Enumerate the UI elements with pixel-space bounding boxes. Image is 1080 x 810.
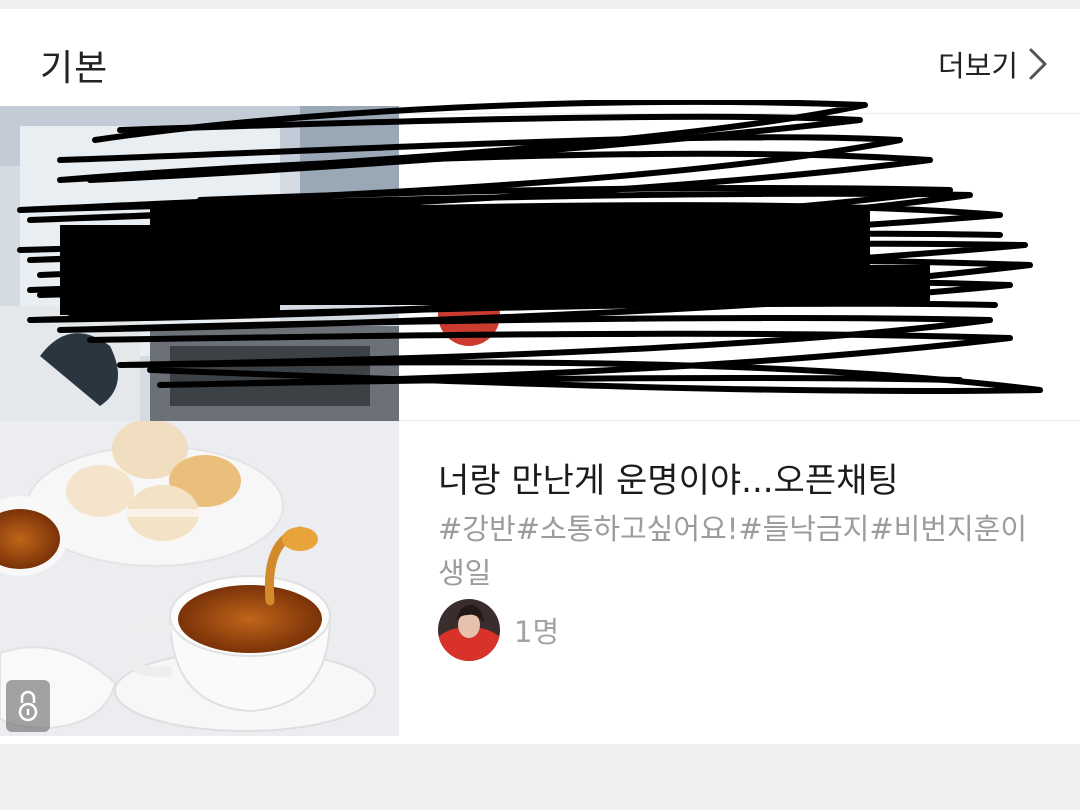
- avatar: [438, 284, 500, 346]
- avatar: [438, 599, 500, 661]
- member-count: 1명: [514, 615, 560, 649]
- lock-icon: [6, 680, 50, 732]
- room-tags: #강반#소통하고싶어요!#들낙금지#비번지훈이생일: [438, 512, 1028, 590]
- section-header: 기본 더보기: [0, 9, 1080, 114]
- room-title: 너랑 만난게 운명이야...오픈채팅: [438, 461, 899, 501]
- room-info: [438, 106, 1048, 421]
- section-title: 기본: [40, 48, 109, 89]
- bottom-area: [0, 744, 1080, 810]
- chat-room-item[interactable]: [0, 106, 1080, 421]
- chevron-right-icon: [1028, 47, 1048, 81]
- room-thumbnail: [0, 106, 399, 421]
- top-strip: [0, 0, 1080, 9]
- room-info: 너랑 만난게 운명이야...오픈채팅 #강반#소통하고싶어요!#들낙금지#비번지…: [438, 421, 1048, 736]
- chat-room-item[interactable]: 너랑 만난게 운명이야...오픈채팅 #강반#소통하고싶어요!#들낙금지#비번지…: [0, 421, 1080, 736]
- more-label: 더보기: [937, 49, 1018, 83]
- more-button[interactable]: 더보기: [938, 43, 1048, 85]
- room-thumbnail: [0, 421, 399, 736]
